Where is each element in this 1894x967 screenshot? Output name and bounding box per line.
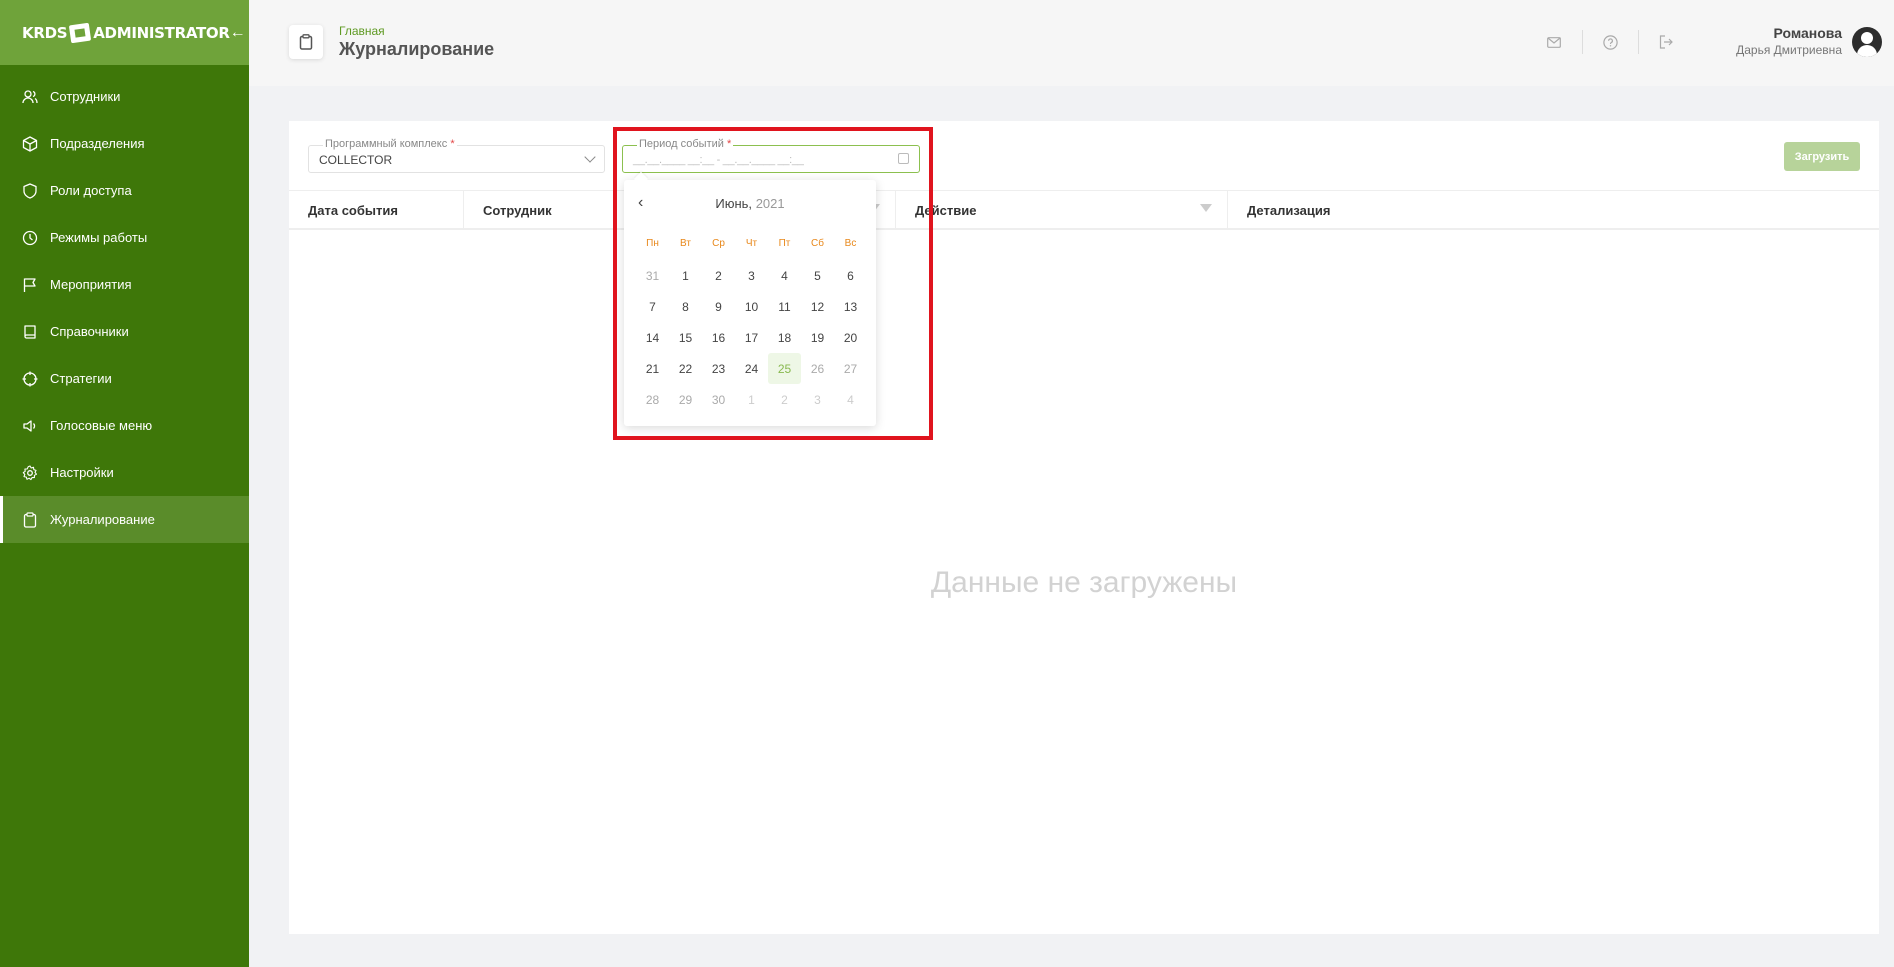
clipboard-icon [22,511,38,528]
load-button[interactable]: Загрузить [1784,142,1860,171]
sidebar: KRDS ADMINISTRATOR ← Сотрудники Подраздел… [0,0,249,967]
avatar[interactable] [1852,27,1882,57]
sidebar-item-speaker[interactable]: Голосовые меню [0,402,249,449]
sidebar-item-label: Голосовые меню [50,418,153,433]
clock-icon [22,230,38,246]
target-icon [22,371,38,387]
sidebar-item-cube[interactable]: Подразделения [0,120,249,167]
system-label: Программный комплекс * [323,138,457,150]
sidebar-item-label: Подразделения [50,136,145,151]
sidebar-item-label: Настройки [50,465,114,480]
empty-state: Данные не загружены [930,566,1238,599]
user-last-name: Романова [1773,25,1842,41]
user-first-names: Дарья Дмитриевна [1736,43,1842,57]
cube-icon [22,135,38,152]
logout-icon[interactable] [1638,30,1694,54]
sidebar-item-label: Справочники [50,324,129,339]
chevron-down-icon [584,151,596,163]
sidebar-item-shield[interactable]: Роли доступа [0,167,249,214]
sidebar-item-label: Стратегии [50,371,112,386]
flag-icon [22,277,38,293]
shield-icon [22,182,38,199]
col-details[interactable]: Детализация [1228,191,1879,229]
sidebar-item-gear[interactable]: Настройки [0,449,249,496]
sidebar-item-flag[interactable]: Мероприятия [0,261,249,308]
col-action[interactable]: Действие [896,191,1228,229]
sidebar-item-label: Мероприятия [50,277,132,292]
journal-card: Программный комплекс * COLLECTOR Период … [289,121,1879,934]
sidebar-item-book[interactable]: Справочники [0,308,249,355]
collapse-arrow-icon[interactable]: ← [230,24,246,42]
gear-icon [22,464,38,481]
sidebar-header: KRDS ADMINISTRATOR ← [0,0,249,65]
sidebar-item-clipboard[interactable]: Журналирование [0,496,249,543]
topbar: Главная Журналирование Романова Дарья Дм… [249,0,1894,86]
users-icon [22,89,38,105]
sidebar-item-label: Режимы работы [50,230,148,245]
speaker-icon [22,418,38,434]
highlight-box [613,127,933,440]
sidebar-item-users[interactable]: Сотрудники [0,73,249,120]
app-logo[interactable]: KRDS ADMINISTRATOR [22,22,230,43]
user-info[interactable]: Романова Дарья Дмитриевна [1736,25,1842,57]
system-value: COLLECTOR [319,153,393,167]
sidebar-item-label: Роли доступа [50,183,132,198]
logo-box-icon [69,22,92,43]
help-icon[interactable] [1582,30,1638,54]
logo-right-text: ADMINISTRATOR [93,23,230,42]
clipboard-icon [289,25,323,59]
book-icon [22,324,38,340]
sidebar-nav: Сотрудники Подразделения Роли доступа Режим… [0,73,249,543]
col-event-date[interactable]: Дата события [289,191,464,229]
topbar-icons [1526,30,1694,54]
table-header: Дата события Сотрудник Действие Детализа… [289,190,1879,230]
mail-icon[interactable] [1526,30,1582,54]
breadcrumb[interactable]: Главная [339,24,385,38]
sidebar-item-clock[interactable]: Режимы работы [0,214,249,261]
page-title: Журналирование [339,39,495,59]
sidebar-item-label: Журналирование [50,512,155,527]
sidebar-item-label: Сотрудники [50,89,121,104]
system-select[interactable]: Программный комплекс * COLLECTOR [308,138,605,173]
filter-icon[interactable] [1200,204,1212,212]
logo-left-text: KRDS [22,23,68,42]
sidebar-item-target[interactable]: Стратегии [0,355,249,402]
